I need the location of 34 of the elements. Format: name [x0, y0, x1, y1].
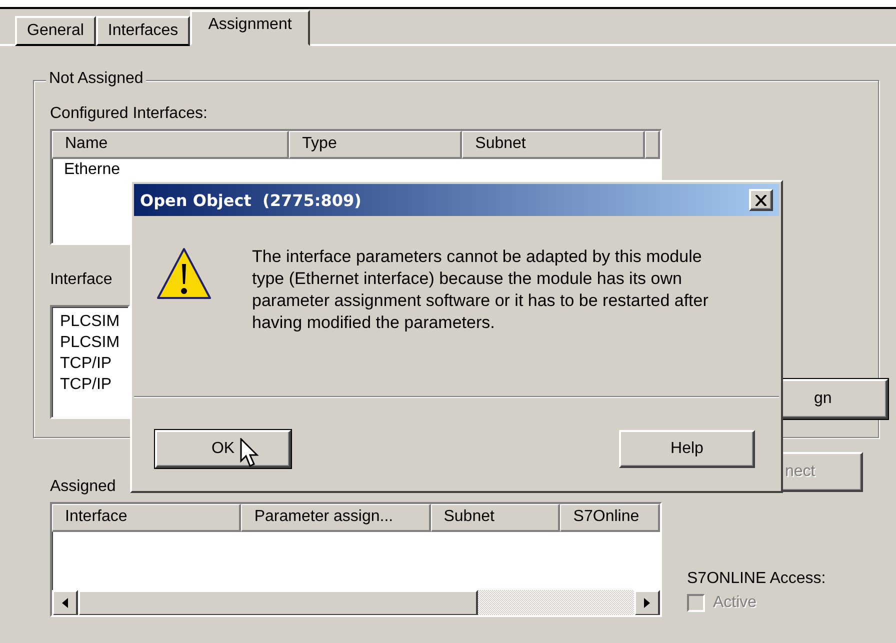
tab[interactable]: General — [15, 16, 96, 46]
column-header[interactable]: Subnet — [430, 504, 560, 532]
close-icon — [755, 194, 767, 206]
left-arrow-icon — [61, 598, 69, 608]
column-header[interactable]: Subnet — [462, 131, 645, 159]
dialog-button[interactable]: OK — [155, 430, 291, 468]
scroll-right-button[interactable] — [634, 590, 660, 615]
column-header[interactable]: Type — [289, 131, 462, 159]
scroll-thumb[interactable] — [78, 590, 478, 615]
table-cell-text: Etherne — [63, 160, 122, 180]
assigned-label: Assigned — [50, 477, 116, 497]
dialog-title: Open Object (2775:809) — [140, 190, 362, 210]
access-label: S7ONLINE Access: — [687, 570, 827, 588]
column-header[interactable]: S7Online — [560, 504, 660, 532]
interface-label: Interface — [50, 270, 112, 290]
scroll-left-button[interactable] — [52, 590, 78, 615]
configured-interfaces-label: Configured Interfaces: — [50, 104, 208, 124]
list-item[interactable]: TCP/IP — [60, 353, 120, 374]
list-item[interactable]: PLCSIM — [60, 311, 120, 332]
column-header[interactable]: Interface — [52, 504, 242, 532]
column-header[interactable]: Name — [52, 131, 290, 159]
list-item[interactable]: TCP/IP — [60, 374, 120, 395]
tab[interactable]: Assignment — [190, 10, 310, 46]
dialog-button[interactable]: Help — [619, 430, 755, 468]
tab[interactable]: Interfaces — [96, 16, 190, 46]
warning-icon — [156, 246, 212, 302]
checkbox-label: Active — [713, 594, 757, 612]
dialog-message: The interface parameters cannot be adapted by this module type (Ethernet interface) because the module has its own parameter assignment software or it has to be restarted after having modified the parameters. — [252, 246, 710, 334]
cursor-icon — [240, 438, 260, 468]
group-title: Not Assigned — [46, 70, 146, 88]
right-arrow-icon — [643, 598, 651, 608]
close-button[interactable] — [749, 189, 773, 211]
column-header[interactable]: Parameter assign... — [241, 504, 431, 532]
list-item[interactable]: PLCSIM — [60, 332, 120, 353]
